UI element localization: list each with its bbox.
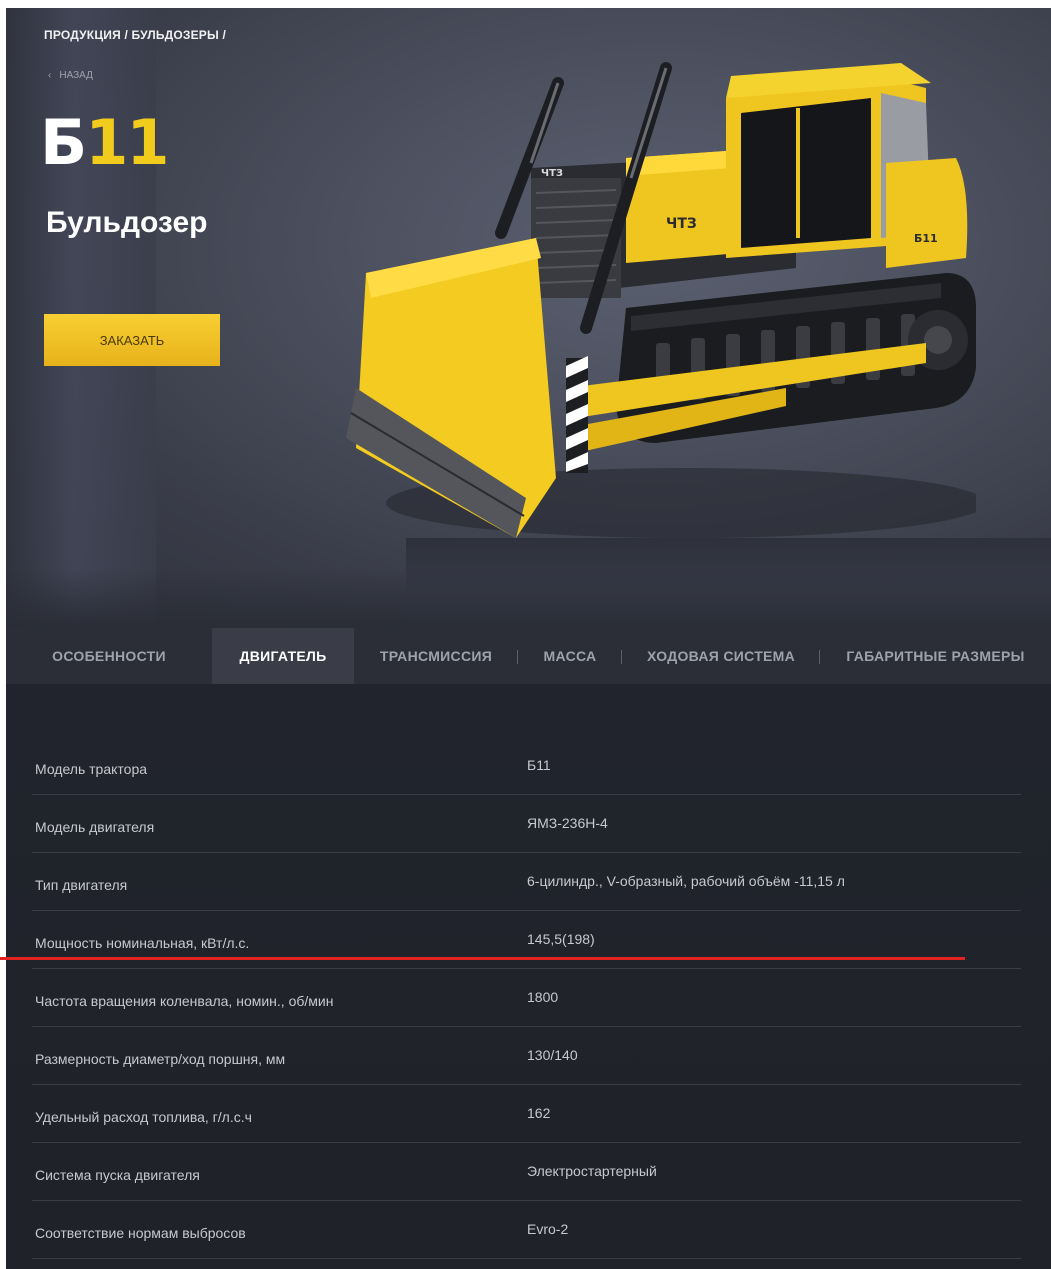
page: ПРОДУКЦИЯ / БУЛЬДОЗЕРЫ / ‹ НАЗАД Б11 Буль… (0, 0, 1051, 1269)
tab-features[interactable]: ОСОБЕННОСТИ (6, 628, 212, 684)
tab-mass[interactable]: МАССА (518, 628, 622, 684)
spec-key: Удельный расход топлива, г/л.с.ч (35, 1109, 252, 1125)
product-page: ПРОДУКЦИЯ / БУЛЬДОЗЕРЫ / ‹ НАЗАД Б11 Буль… (6, 8, 1051, 1269)
back-label: НАЗАД (59, 70, 93, 81)
spec-row: Тип двигателя 6-цилиндр., V-образный, раб… (32, 853, 1021, 911)
spec-row: Модель двигателя ЯМЗ-236Н-4 (32, 795, 1021, 853)
spec-value: 130/140 (527, 1047, 578, 1063)
spec-row: Мощность номинальная, кВт/л.с. 145,5(198) (32, 911, 1021, 969)
spec-value: 162 (527, 1105, 551, 1121)
spec-value: Evro-2 (527, 1221, 569, 1237)
tab-engine[interactable]: ДВИГАТЕЛЬ (212, 628, 354, 684)
spec-row: Удельный расход топлива, г/л.с.ч 162 (32, 1085, 1021, 1143)
tab-undercarriage[interactable]: ХОДОВАЯ СИСТЕМА (622, 628, 820, 684)
back-link[interactable]: ‹ НАЗАД (48, 70, 93, 81)
spec-value: ЯМЗ-236Н-4 (527, 815, 608, 831)
spec-value: Б11 (527, 757, 551, 773)
model-code: Б11 (40, 112, 170, 174)
spec-key: Частота вращения коленвала, номин., об/м… (35, 993, 334, 1009)
tab-label: ТРАНСМИССИЯ (379, 648, 493, 664)
annotation-underline (0, 957, 965, 960)
tab-dimensions[interactable]: ГАБАРИТНЫЕ РАЗМЕРЫ (820, 628, 1051, 684)
tab-label: ОСОБЕННОСТИ (52, 648, 166, 664)
spec-row: Соответствие нормам выбросов Evro-2 (32, 1201, 1021, 1259)
spec-key: Соответствие нормам выбросов (35, 1225, 246, 1241)
model-code-prefix: Б (40, 106, 87, 179)
spec-key: Система пуска двигателя (35, 1167, 200, 1183)
spec-value: 1800 (527, 989, 559, 1005)
model-code-suffix: 11 (85, 106, 169, 179)
spec-key: Тип двигателя (35, 877, 128, 893)
cab-brand-label: ЧТЗ (541, 168, 563, 179)
tab-label: МАССА (543, 648, 597, 664)
tab-transmission[interactable]: ТРАНСМИССИЯ (354, 628, 518, 684)
breadcrumb[interactable]: ПРОДУКЦИЯ / БУЛЬДОЗЕРЫ / (44, 28, 226, 42)
spec-table: Модель трактора Б11 Модель двигателя ЯМЗ-2… (6, 684, 1051, 1269)
body-brand-label: ЧТЗ (666, 216, 697, 232)
bulldozer-image: ЧТЗ Б11 ЧТЗ (346, 62, 976, 538)
spec-tabs: ОСОБЕННОСТИ ДВИГАТЕЛЬ ТРАНСМИССИЯ МАССА … (6, 628, 1051, 684)
spec-value: 6-цилиндр., V-образный, рабочий объём -1… (527, 873, 845, 889)
order-button[interactable]: ЗАКАЗАТЬ (44, 314, 220, 366)
model-name: Бульдозер (46, 206, 208, 239)
spec-row: Система пуска двигателя Электростартерный (32, 1143, 1021, 1201)
spec-row: Размерность диаметр/ход поршня, мм 130/14… (32, 1027, 1021, 1085)
spec-value: 145,5(198) (527, 931, 595, 947)
spec-value: Электростартерный (527, 1163, 657, 1179)
spec-key: Размерность диаметр/ход поршня, мм (35, 1051, 286, 1067)
spec-key: Модель двигателя (35, 819, 155, 835)
chevron-left-icon: ‹ (48, 70, 52, 81)
tab-label: ГАБАРИТНЫЕ РАЗМЕРЫ (846, 648, 1025, 664)
tab-label: ХОДОВАЯ СИСТЕМА (646, 648, 796, 664)
hero-banner: ПРОДУКЦИЯ / БУЛЬДОЗЕРЫ / ‹ НАЗАД Б11 Буль… (6, 8, 1051, 628)
background-shade (6, 568, 1051, 628)
model-badge-label: Б11 (914, 232, 938, 245)
spec-row: Частота вращения коленвала, номин., об/м… (32, 969, 1021, 1027)
spec-key: Модель трактора (35, 761, 148, 777)
tab-label: ДВИГАТЕЛЬ (239, 648, 327, 664)
spec-row: Модель трактора Б11 (32, 737, 1021, 795)
spec-key: Мощность номинальная, кВт/л.с. (35, 935, 250, 951)
